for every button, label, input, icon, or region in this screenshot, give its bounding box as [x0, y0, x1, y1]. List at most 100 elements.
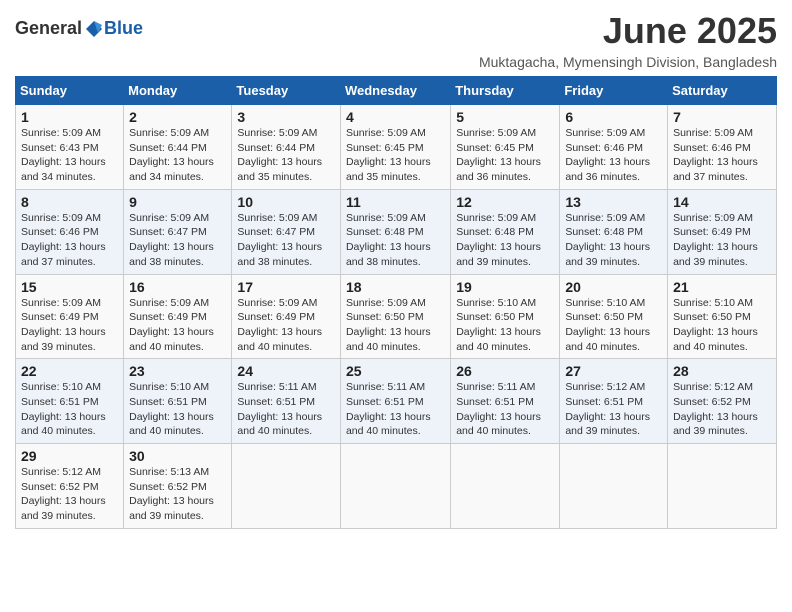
calendar-cell: 28Sunrise: 5:12 AM Sunset: 6:52 PM Dayli…: [668, 359, 777, 444]
day-info: Sunrise: 5:10 AM Sunset: 6:51 PM Dayligh…: [21, 380, 118, 439]
day-info: Sunrise: 5:09 AM Sunset: 6:49 PM Dayligh…: [237, 296, 335, 355]
calendar-cell: 16Sunrise: 5:09 AM Sunset: 6:49 PM Dayli…: [124, 274, 232, 359]
day-info: Sunrise: 5:10 AM Sunset: 6:50 PM Dayligh…: [673, 296, 771, 355]
calendar-cell: 18Sunrise: 5:09 AM Sunset: 6:50 PM Dayli…: [340, 274, 450, 359]
day-info: Sunrise: 5:09 AM Sunset: 6:47 PM Dayligh…: [129, 211, 226, 270]
day-number: 28: [673, 363, 771, 379]
day-info: Sunrise: 5:09 AM Sunset: 6:46 PM Dayligh…: [21, 211, 118, 270]
day-info: Sunrise: 5:12 AM Sunset: 6:51 PM Dayligh…: [565, 380, 662, 439]
day-number: 25: [346, 363, 445, 379]
calendar-cell: [668, 444, 777, 529]
calendar-cell: [451, 444, 560, 529]
day-number: 23: [129, 363, 226, 379]
location-subtitle: Muktagacha, Mymensingh Division, Banglad…: [479, 54, 777, 70]
day-number: 12: [456, 194, 554, 210]
day-number: 9: [129, 194, 226, 210]
weekday-header-wednesday: Wednesday: [340, 77, 450, 105]
calendar-week-1: 1Sunrise: 5:09 AM Sunset: 6:43 PM Daylig…: [16, 105, 777, 190]
day-info: Sunrise: 5:13 AM Sunset: 6:52 PM Dayligh…: [129, 465, 226, 524]
day-info: Sunrise: 5:09 AM Sunset: 6:45 PM Dayligh…: [346, 126, 445, 185]
calendar-cell: 23Sunrise: 5:10 AM Sunset: 6:51 PM Dayli…: [124, 359, 232, 444]
calendar-cell: 2Sunrise: 5:09 AM Sunset: 6:44 PM Daylig…: [124, 105, 232, 190]
calendar-cell: [560, 444, 668, 529]
day-number: 21: [673, 279, 771, 295]
calendar-cell: [340, 444, 450, 529]
day-number: 8: [21, 194, 118, 210]
calendar-cell: 6Sunrise: 5:09 AM Sunset: 6:46 PM Daylig…: [560, 105, 668, 190]
day-info: Sunrise: 5:10 AM Sunset: 6:50 PM Dayligh…: [456, 296, 554, 355]
weekday-header-friday: Friday: [560, 77, 668, 105]
day-info: Sunrise: 5:09 AM Sunset: 6:45 PM Dayligh…: [456, 126, 554, 185]
calendar-cell: 22Sunrise: 5:10 AM Sunset: 6:51 PM Dayli…: [16, 359, 124, 444]
day-number: 22: [21, 363, 118, 379]
day-number: 3: [237, 109, 335, 125]
weekday-header-monday: Monday: [124, 77, 232, 105]
day-number: 2: [129, 109, 226, 125]
day-info: Sunrise: 5:09 AM Sunset: 6:48 PM Dayligh…: [456, 211, 554, 270]
header: General Blue June 2025 Muktagacha, Mymen…: [15, 10, 777, 70]
day-info: Sunrise: 5:12 AM Sunset: 6:52 PM Dayligh…: [21, 465, 118, 524]
weekday-header-tuesday: Tuesday: [232, 77, 341, 105]
day-number: 4: [346, 109, 445, 125]
calendar-cell: 27Sunrise: 5:12 AM Sunset: 6:51 PM Dayli…: [560, 359, 668, 444]
day-number: 17: [237, 279, 335, 295]
logo: General Blue: [15, 18, 143, 39]
day-info: Sunrise: 5:10 AM Sunset: 6:50 PM Dayligh…: [565, 296, 662, 355]
calendar-cell: 15Sunrise: 5:09 AM Sunset: 6:49 PM Dayli…: [16, 274, 124, 359]
calendar-cell: [232, 444, 341, 529]
calendar-cell: 26Sunrise: 5:11 AM Sunset: 6:51 PM Dayli…: [451, 359, 560, 444]
day-info: Sunrise: 5:11 AM Sunset: 6:51 PM Dayligh…: [237, 380, 335, 439]
day-number: 26: [456, 363, 554, 379]
calendar-cell: 10Sunrise: 5:09 AM Sunset: 6:47 PM Dayli…: [232, 189, 341, 274]
calendar-body: 1Sunrise: 5:09 AM Sunset: 6:43 PM Daylig…: [16, 105, 777, 529]
day-info: Sunrise: 5:09 AM Sunset: 6:43 PM Dayligh…: [21, 126, 118, 185]
calendar-cell: 12Sunrise: 5:09 AM Sunset: 6:48 PM Dayli…: [451, 189, 560, 274]
calendar-cell: 4Sunrise: 5:09 AM Sunset: 6:45 PM Daylig…: [340, 105, 450, 190]
calendar-cell: 1Sunrise: 5:09 AM Sunset: 6:43 PM Daylig…: [16, 105, 124, 190]
day-info: Sunrise: 5:09 AM Sunset: 6:49 PM Dayligh…: [21, 296, 118, 355]
day-info: Sunrise: 5:09 AM Sunset: 6:47 PM Dayligh…: [237, 211, 335, 270]
day-number: 19: [456, 279, 554, 295]
day-number: 29: [21, 448, 118, 464]
logo-icon: [84, 19, 104, 39]
day-info: Sunrise: 5:09 AM Sunset: 6:49 PM Dayligh…: [129, 296, 226, 355]
day-number: 27: [565, 363, 662, 379]
calendar-cell: 25Sunrise: 5:11 AM Sunset: 6:51 PM Dayli…: [340, 359, 450, 444]
day-info: Sunrise: 5:09 AM Sunset: 6:46 PM Dayligh…: [565, 126, 662, 185]
day-number: 15: [21, 279, 118, 295]
weekday-header-thursday: Thursday: [451, 77, 560, 105]
day-info: Sunrise: 5:09 AM Sunset: 6:44 PM Dayligh…: [237, 126, 335, 185]
calendar-cell: 21Sunrise: 5:10 AM Sunset: 6:50 PM Dayli…: [668, 274, 777, 359]
logo-blue: Blue: [104, 18, 143, 39]
title-area: June 2025 Muktagacha, Mymensingh Divisio…: [479, 10, 777, 70]
day-number: 6: [565, 109, 662, 125]
calendar-cell: 13Sunrise: 5:09 AM Sunset: 6:48 PM Dayli…: [560, 189, 668, 274]
calendar-cell: 5Sunrise: 5:09 AM Sunset: 6:45 PM Daylig…: [451, 105, 560, 190]
month-title: June 2025: [479, 10, 777, 52]
day-info: Sunrise: 5:12 AM Sunset: 6:52 PM Dayligh…: [673, 380, 771, 439]
day-number: 1: [21, 109, 118, 125]
calendar-cell: 24Sunrise: 5:11 AM Sunset: 6:51 PM Dayli…: [232, 359, 341, 444]
day-info: Sunrise: 5:11 AM Sunset: 6:51 PM Dayligh…: [456, 380, 554, 439]
day-number: 18: [346, 279, 445, 295]
calendar-cell: 14Sunrise: 5:09 AM Sunset: 6:49 PM Dayli…: [668, 189, 777, 274]
weekday-row: SundayMondayTuesdayWednesdayThursdayFrid…: [16, 77, 777, 105]
calendar-cell: 19Sunrise: 5:10 AM Sunset: 6:50 PM Dayli…: [451, 274, 560, 359]
day-number: 30: [129, 448, 226, 464]
day-info: Sunrise: 5:11 AM Sunset: 6:51 PM Dayligh…: [346, 380, 445, 439]
day-number: 5: [456, 109, 554, 125]
calendar-table: SundayMondayTuesdayWednesdayThursdayFrid…: [15, 76, 777, 529]
calendar-week-2: 8Sunrise: 5:09 AM Sunset: 6:46 PM Daylig…: [16, 189, 777, 274]
day-number: 14: [673, 194, 771, 210]
calendar-week-3: 15Sunrise: 5:09 AM Sunset: 6:49 PM Dayli…: [16, 274, 777, 359]
logo-general: General: [15, 18, 82, 39]
day-info: Sunrise: 5:09 AM Sunset: 6:46 PM Dayligh…: [673, 126, 771, 185]
calendar-cell: 8Sunrise: 5:09 AM Sunset: 6:46 PM Daylig…: [16, 189, 124, 274]
calendar-cell: 3Sunrise: 5:09 AM Sunset: 6:44 PM Daylig…: [232, 105, 341, 190]
calendar-week-5: 29Sunrise: 5:12 AM Sunset: 6:52 PM Dayli…: [16, 444, 777, 529]
calendar-cell: 30Sunrise: 5:13 AM Sunset: 6:52 PM Dayli…: [124, 444, 232, 529]
day-number: 13: [565, 194, 662, 210]
day-info: Sunrise: 5:09 AM Sunset: 6:44 PM Dayligh…: [129, 126, 226, 185]
day-number: 10: [237, 194, 335, 210]
day-info: Sunrise: 5:10 AM Sunset: 6:51 PM Dayligh…: [129, 380, 226, 439]
